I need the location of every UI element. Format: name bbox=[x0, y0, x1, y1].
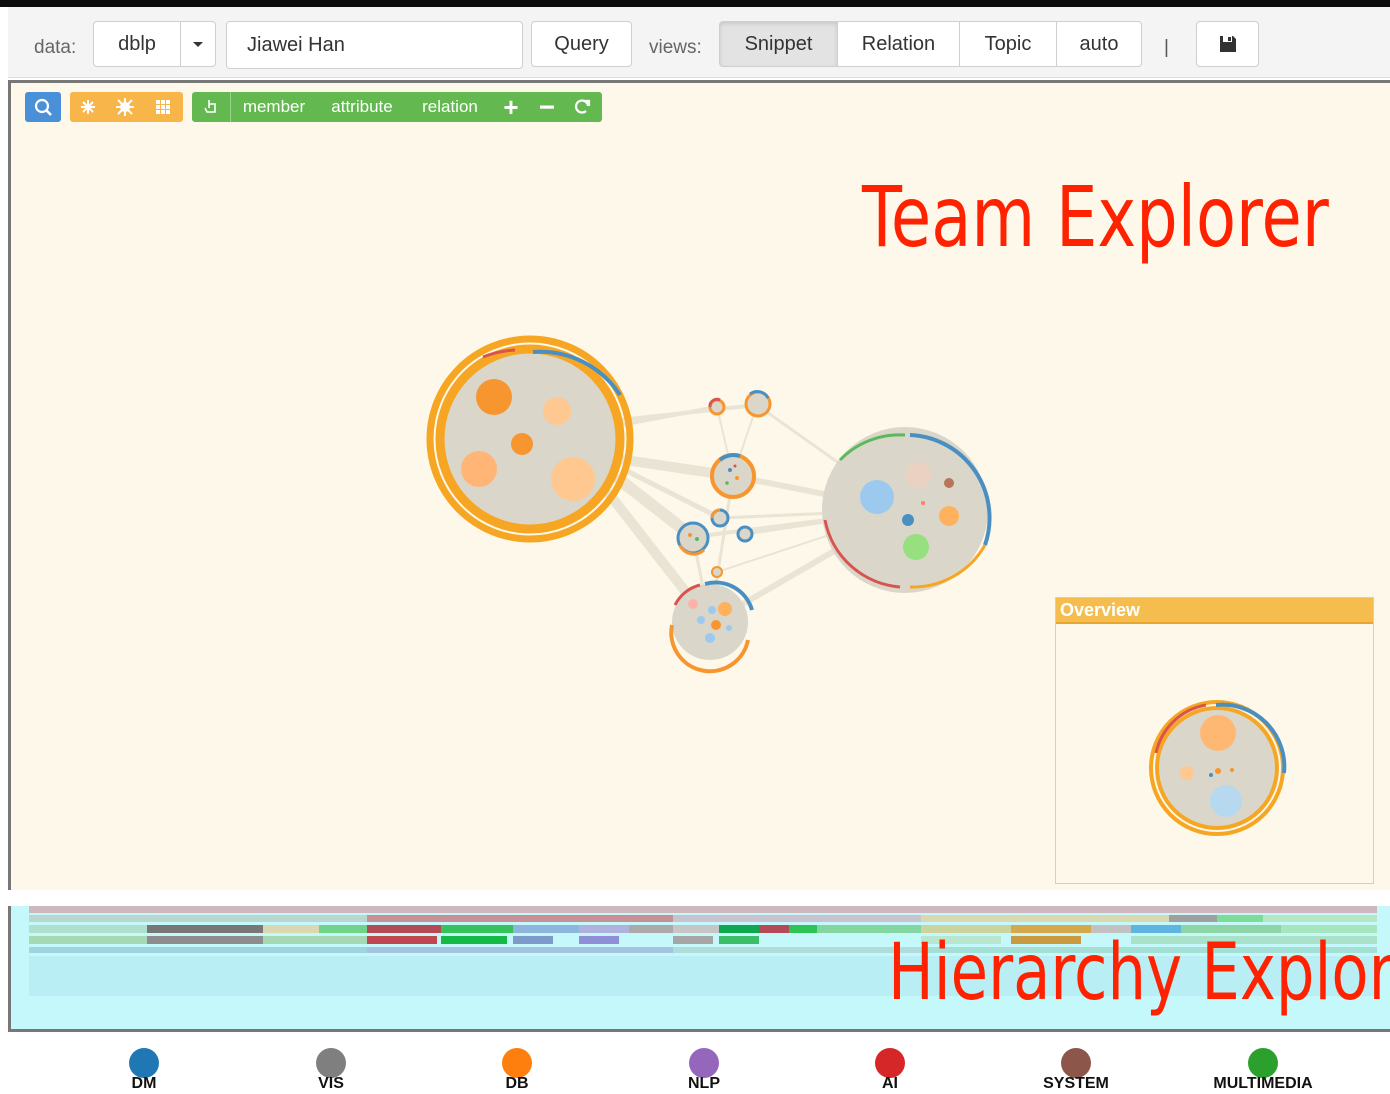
team-node-small-1[interactable] bbox=[710, 453, 756, 499]
team-node-small-3[interactable] bbox=[744, 390, 772, 418]
legend-item-vis: VIS bbox=[251, 1048, 411, 1093]
legend-label-system: SYSTEM bbox=[1043, 1075, 1109, 1092]
legend-dot-vis bbox=[316, 1048, 346, 1078]
legend-dot-db bbox=[502, 1048, 532, 1078]
team-node-small-4[interactable] bbox=[676, 521, 710, 556]
legend-item-dm: DM bbox=[64, 1048, 224, 1093]
legend-label-vis: VIS bbox=[318, 1075, 344, 1092]
team-node-small-5[interactable] bbox=[710, 508, 730, 528]
team-node-small-6[interactable] bbox=[736, 525, 754, 543]
legend-label-dm: DM bbox=[131, 1075, 157, 1092]
legend-label-db: DB bbox=[505, 1075, 529, 1092]
legend-dot-system bbox=[1061, 1048, 1091, 1078]
legend-dot-ai bbox=[875, 1048, 905, 1078]
legend-item-multimedia: MULTIMEDIA bbox=[1183, 1048, 1343, 1093]
team-node-medium[interactable] bbox=[669, 580, 754, 674]
team-node-large-db[interactable] bbox=[426, 335, 634, 543]
legend-dot-multimedia bbox=[1248, 1048, 1278, 1078]
legend-item-system: SYSTEM bbox=[996, 1048, 1156, 1093]
hierarchy-explorer-annotation: Hierarchy Explorer bbox=[888, 928, 1390, 1018]
legend-label-multimedia: MULTIMEDIA bbox=[1213, 1075, 1313, 1092]
team-node-large-dm[interactable] bbox=[822, 427, 992, 593]
legend-dot-dm bbox=[129, 1048, 159, 1078]
legend-item-ai: AI bbox=[810, 1048, 970, 1093]
legend-item-nlp: NLP bbox=[624, 1048, 784, 1093]
overview-minimap[interactable] bbox=[1056, 623, 1373, 883]
legend-dot-nlp bbox=[689, 1048, 719, 1078]
team-node-small-2[interactable] bbox=[708, 397, 726, 416]
legend-item-db: DB bbox=[437, 1048, 597, 1093]
overview-title: Overview bbox=[1056, 598, 1373, 624]
team-node-small-7[interactable] bbox=[711, 566, 723, 578]
legend-label-nlp: NLP bbox=[688, 1075, 720, 1092]
overview-panel[interactable]: Overview bbox=[1055, 597, 1374, 884]
legend-label-ai: AI bbox=[882, 1075, 898, 1092]
